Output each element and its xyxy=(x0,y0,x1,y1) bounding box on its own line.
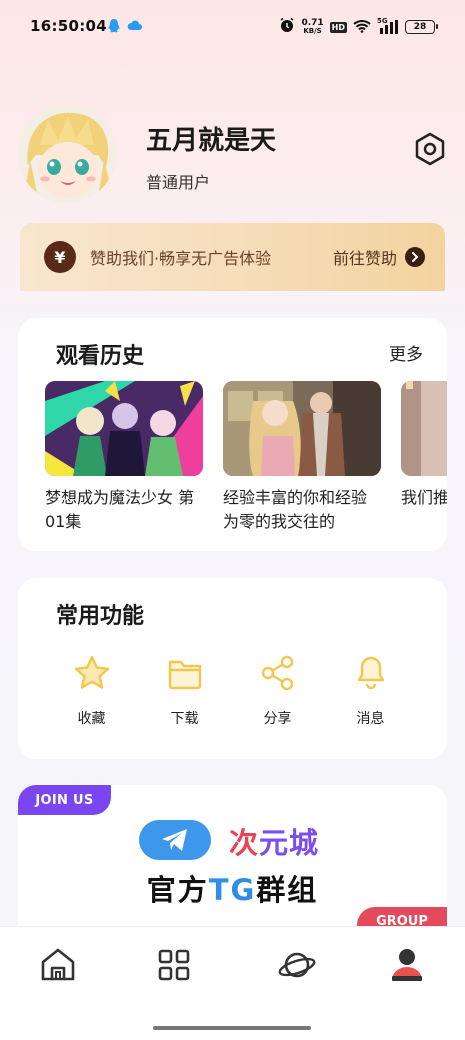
settings-button[interactable] xyxy=(410,131,450,171)
video-thumbnail[interactable] xyxy=(45,381,203,476)
home-indicator[interactable] xyxy=(153,1026,311,1030)
sponsor-banner[interactable]: ¥ 赞助我们·畅享无广告体验 前往赞助 xyxy=(20,223,445,291)
function-label: 收藏 xyxy=(77,711,106,727)
battery-indicator: 28 xyxy=(405,20,438,34)
nav-profile[interactable] xyxy=(385,945,429,989)
username: 五月就是天 xyxy=(146,126,277,156)
video-thumbnail[interactable] xyxy=(401,381,447,476)
function-share[interactable]: 分享 xyxy=(231,652,324,728)
tg-group-banner[interactable]: JOIN US 次元城 官方TG群组 GROUP xyxy=(18,785,447,935)
yuan-icon: ¥ xyxy=(44,241,76,273)
brand-name: 次元城 xyxy=(229,826,320,860)
home-icon xyxy=(39,946,77,988)
common-functions-card: 常用功能 收藏 下载 分享 消息 xyxy=(18,578,447,759)
video-thumbnail[interactable] xyxy=(223,381,381,476)
wifi-icon xyxy=(353,18,371,37)
history-item[interactable]: 我们推荐 xyxy=(401,381,447,534)
history-item-title: 我们推荐 xyxy=(401,488,447,507)
functions-grid: 收藏 下载 分享 消息 xyxy=(18,652,447,728)
history-title: 观看历史 xyxy=(56,344,145,369)
sponsor-text: 赞助我们·畅享无广告体验 xyxy=(90,249,272,268)
hd-badge: HD xyxy=(329,21,347,33)
grid-icon xyxy=(157,948,191,986)
sponsor-go-button[interactable]: 前往赞助 xyxy=(333,245,425,269)
join-us-badge: JOIN US xyxy=(18,785,111,815)
status-right: 0.71 KB/S HD 5G 28 xyxy=(279,17,438,37)
nav-categories[interactable] xyxy=(152,945,196,989)
star-icon xyxy=(71,652,113,694)
alarm-icon xyxy=(279,17,295,37)
history-item-title: 梦想成为魔法少女 第01集 xyxy=(45,488,195,531)
function-label: 消息 xyxy=(356,711,385,727)
history-item[interactable]: 梦想成为魔法少女 第01集 xyxy=(45,381,203,534)
function-favorites[interactable]: 收藏 xyxy=(45,652,138,728)
folder-icon xyxy=(164,652,206,694)
bottom-navigation xyxy=(0,926,465,1040)
nav-discover[interactable] xyxy=(275,945,319,989)
share-icon xyxy=(257,652,299,694)
user-role: 普通用户 xyxy=(146,173,211,192)
function-label: 分享 xyxy=(263,711,292,727)
cellular-signal-icon: 5G xyxy=(377,17,399,34)
function-label: 下载 xyxy=(170,711,199,727)
function-download[interactable]: 下载 xyxy=(138,652,231,728)
settings-hexagon-icon xyxy=(412,131,448,171)
bell-icon xyxy=(350,652,392,694)
functions-title: 常用功能 xyxy=(56,604,145,629)
history-item[interactable]: 经验丰富的你和经验为零的我交往的 xyxy=(223,381,381,534)
sponsor-go-label: 前往赞助 xyxy=(332,249,397,268)
planet-icon xyxy=(277,946,317,988)
history-list: 梦想成为魔法少女 第01集 经验丰富的你和经验为零的我交往的 我们推 xyxy=(45,381,447,534)
notification-icons xyxy=(107,18,143,38)
chevron-right-icon xyxy=(405,247,425,267)
profile-icon xyxy=(389,946,425,988)
cloud-icon xyxy=(127,18,143,38)
telegram-icon xyxy=(139,820,211,860)
status-time: 16:50:04 xyxy=(30,17,108,35)
avatar[interactable] xyxy=(18,105,116,203)
status-bar: 16:50:04 0.71 KB/S HD 5G 28 xyxy=(0,0,465,56)
nav-home[interactable] xyxy=(36,945,80,989)
watch-history-card: 观看历史 更多 梦想成为魔法少女 第01集 经验丰富的你和经验为零的我交往的 我… xyxy=(18,318,447,551)
more-link[interactable]: 更多 xyxy=(389,340,423,365)
network-speed: 0.71 KB/S xyxy=(301,18,324,35)
function-messages[interactable]: 消息 xyxy=(324,652,417,728)
history-item-title: 经验丰富的你和经验为零的我交往的 xyxy=(223,488,368,531)
qq-penguin-icon xyxy=(107,18,121,38)
official-tg-group-text: 官方TG群组 xyxy=(146,873,319,907)
